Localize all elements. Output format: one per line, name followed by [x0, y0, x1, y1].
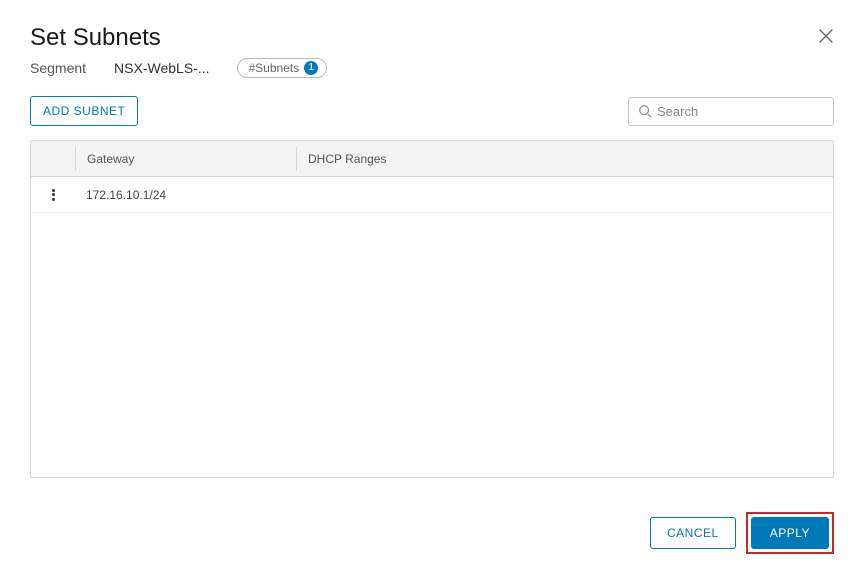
search-icon — [638, 104, 652, 118]
search-wrap — [628, 97, 834, 126]
table-header: Gateway DHCP Ranges — [31, 141, 833, 177]
segment-row: Segment NSX-WebLS-... #Subnets 1 — [30, 58, 834, 78]
dialog-title: Set Subnets — [30, 24, 834, 52]
cancel-button[interactable]: CANCEL — [650, 517, 736, 549]
subnets-table: Gateway DHCP Ranges 172.16.10.1/24 — [30, 140, 834, 478]
row-actions — [31, 187, 75, 203]
kebab-icon[interactable] — [46, 187, 60, 203]
header-actions-col — [31, 141, 75, 176]
table-row: 172.16.10.1/24 — [31, 177, 833, 213]
segment-value: NSX-WebLS-... — [114, 60, 209, 76]
row-gateway: 172.16.10.1/24 — [75, 188, 295, 202]
pill-badge: 1 — [304, 61, 318, 75]
header-dhcp[interactable]: DHCP Ranges — [297, 152, 833, 166]
segment-label: Segment — [30, 60, 86, 76]
dialog-footer: CANCEL APPLY — [650, 512, 834, 554]
header-gateway[interactable]: Gateway — [76, 152, 296, 166]
search-input[interactable] — [628, 97, 834, 126]
close-icon[interactable] — [818, 28, 834, 44]
apply-highlight: APPLY — [746, 512, 834, 554]
add-subnet-button[interactable]: ADD SUBNET — [30, 96, 138, 126]
subnets-count-pill[interactable]: #Subnets 1 — [237, 58, 327, 78]
toolbar: ADD SUBNET — [30, 96, 834, 126]
apply-button[interactable]: APPLY — [751, 517, 829, 549]
set-subnets-dialog: Set Subnets Segment NSX-WebLS-... #Subne… — [0, 0, 864, 572]
pill-label: #Subnets — [248, 61, 299, 75]
